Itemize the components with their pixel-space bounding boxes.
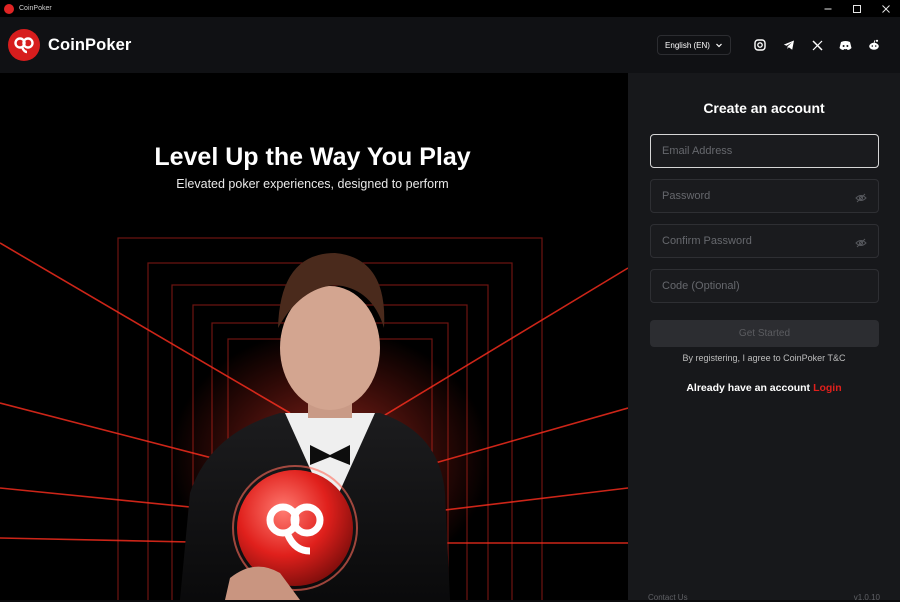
- form-title: Create an account: [703, 100, 825, 116]
- app-header: CoinPoker English (EN): [0, 17, 900, 73]
- telegram-icon[interactable]: [781, 37, 797, 53]
- version-label: v1.0.10: [853, 593, 880, 602]
- app-icon: [4, 3, 14, 14]
- confirm-password-field[interactable]: [651, 235, 878, 247]
- login-link[interactable]: Login: [813, 382, 842, 394]
- hero-subtitle: Elevated poker experiences, designed to …: [176, 177, 449, 191]
- email-field-wrapper: [650, 134, 879, 168]
- have-account-text: Already have an account: [686, 382, 811, 394]
- hero-title: Level Up the Way You Play: [154, 143, 471, 171]
- language-label: English (EN): [665, 40, 710, 50]
- password-field[interactable]: [651, 190, 878, 202]
- instagram-icon[interactable]: [752, 37, 768, 53]
- discord-icon[interactable]: [838, 37, 854, 53]
- contact-link[interactable]: Contact Us: [648, 593, 688, 602]
- get-started-button[interactable]: Get Started: [650, 320, 879, 347]
- social-links: [752, 37, 895, 53]
- terms-text: By registering, I agree to CoinPoker T&C: [682, 353, 846, 363]
- referral-code-field[interactable]: [651, 280, 878, 292]
- close-window-button[interactable]: [871, 0, 900, 17]
- window-titlebar: CoinPoker: [0, 0, 900, 17]
- brand-name: CoinPoker: [48, 35, 132, 54]
- eye-off-icon[interactable]: [855, 236, 867, 248]
- hero-section: Level Up the Way You Play Elevated poker…: [0, 73, 628, 600]
- chevron-down-icon: [715, 41, 723, 49]
- password-field-wrapper: [650, 179, 879, 213]
- window-title: CoinPoker: [19, 5, 52, 12]
- login-prompt: Already have an account Login: [628, 382, 900, 394]
- signup-panel: Create an account Get Started By registe…: [628, 73, 900, 602]
- minimize-button[interactable]: [813, 0, 842, 17]
- brand-logo[interactable]: CoinPoker: [8, 29, 131, 61]
- maximize-icon: [852, 4, 861, 13]
- minimize-icon: [824, 8, 831, 9]
- email-field[interactable]: [651, 145, 878, 157]
- reddit-icon[interactable]: [866, 37, 882, 53]
- confirm-password-field-wrapper: [650, 224, 879, 258]
- x-icon[interactable]: [809, 37, 825, 53]
- language-selector[interactable]: English (EN): [657, 35, 731, 55]
- code-field-wrapper: [650, 269, 879, 303]
- coinpoker-logo-icon: [8, 29, 40, 61]
- eye-off-icon[interactable]: [855, 191, 867, 203]
- maximize-button[interactable]: [842, 0, 871, 17]
- close-icon: [881, 4, 890, 13]
